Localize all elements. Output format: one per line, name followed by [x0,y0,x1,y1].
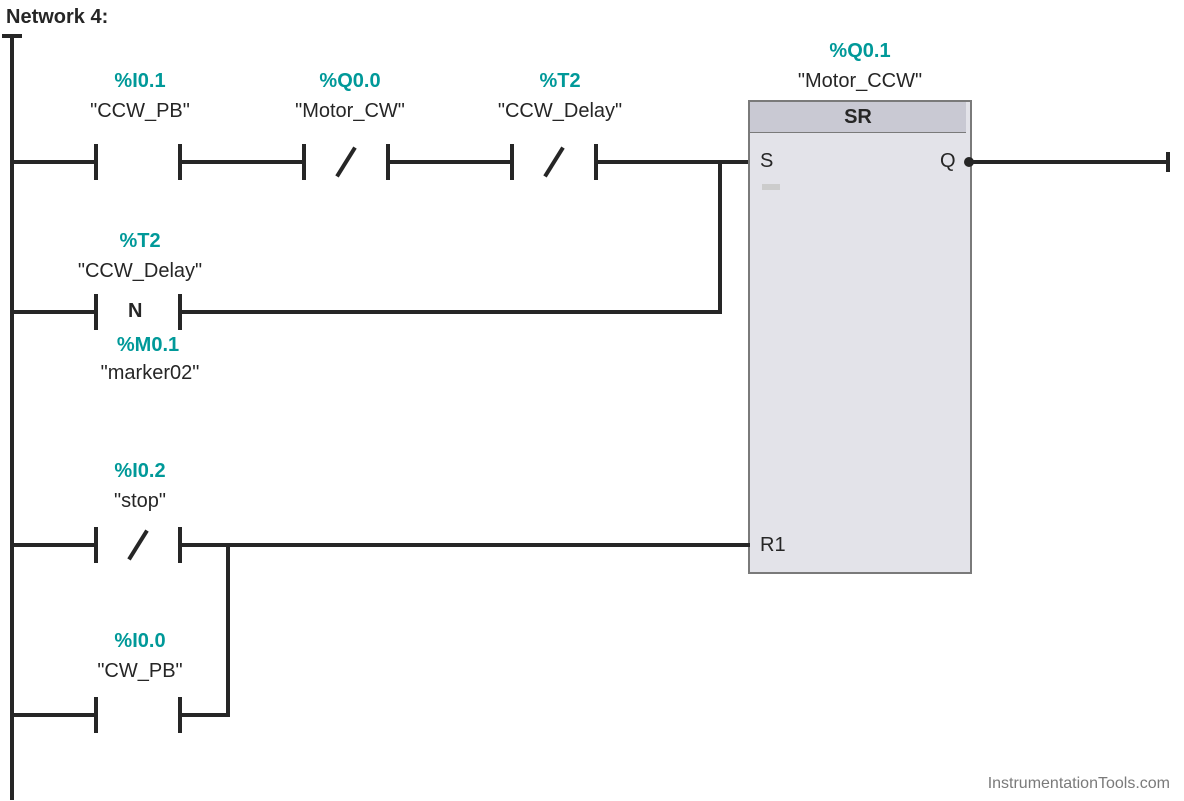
sr-pin-r1: R1 [760,534,786,557]
wire-branch-b [182,310,722,314]
addr-stop: %I0.2 [100,460,180,483]
sym-ccw-pb: "CCW_PB" [80,100,200,123]
sym-ccw-delay-edge: "CCW_Delay" [70,260,210,283]
power-rail-left [10,34,14,800]
sr-pin-s: S [760,150,773,173]
wire-r-par-b [182,713,230,717]
wire-r-par-a [12,713,94,717]
sym-marker02: "marker02" [80,362,220,385]
addr-cw-pb: %I0.0 [100,630,180,653]
contact-ccw-delay-edge-letter: N [128,300,142,323]
addr-marker02: %M0.1 [98,334,198,357]
sr-pin-q: Q [940,150,956,173]
sr-type: SR [750,102,966,133]
footer-credit: InstrumentationTools.com [988,775,1170,793]
wire-s-c [390,160,510,164]
wire-branch-up [718,160,722,314]
addr-ccw-delay-edge: %T2 [100,230,180,253]
wire-s-b [182,160,302,164]
sym-cw-pb: "CW_PB" [90,660,190,683]
wire-branch-a [12,310,94,314]
ladder-diagram: Network 4: %I0.1 "CCW_PB" %Q0.0 "Motor_C… [0,0,1184,801]
wire-r-par-up [226,543,230,717]
wire-s-a [12,160,94,164]
contact-ccw-pb-l [94,144,98,180]
sr-block [748,100,972,574]
sym-motor-cw: "Motor_CW" [280,100,420,123]
sym-ccw-delay-top: "CCW_Delay" [490,100,630,123]
addr-ccw-pb: %I0.1 [90,70,190,93]
sr-addr: %Q0.1 [810,40,910,63]
addr-ccw-delay-top: %T2 [510,70,610,93]
contact-motor-cw-l [302,144,306,180]
sr-tick [762,184,780,190]
wire-s-to-box [720,160,748,164]
wire-r-b [182,543,750,547]
wire-q-out [968,160,1168,164]
sr-symbol: "Motor_CCW" [790,70,930,93]
wire-q-cap [1166,152,1170,172]
sym-stop: "stop" [100,490,180,513]
contact-motor-cw-slash [335,147,356,178]
network-title: Network 4: [6,6,108,29]
contact-ccw-delay-top-l [510,144,514,180]
contact-cw-pb-l [94,697,98,733]
addr-motor-cw: %Q0.0 [290,70,410,93]
contact-ccw-delay-edge-l [94,294,98,330]
contact-ccw-delay-top-slash [543,147,564,178]
q-dot [964,157,974,167]
contact-stop-slash [127,530,148,561]
contact-stop-l [94,527,98,563]
wire-r-a [12,543,94,547]
wire-s-d [598,160,722,164]
